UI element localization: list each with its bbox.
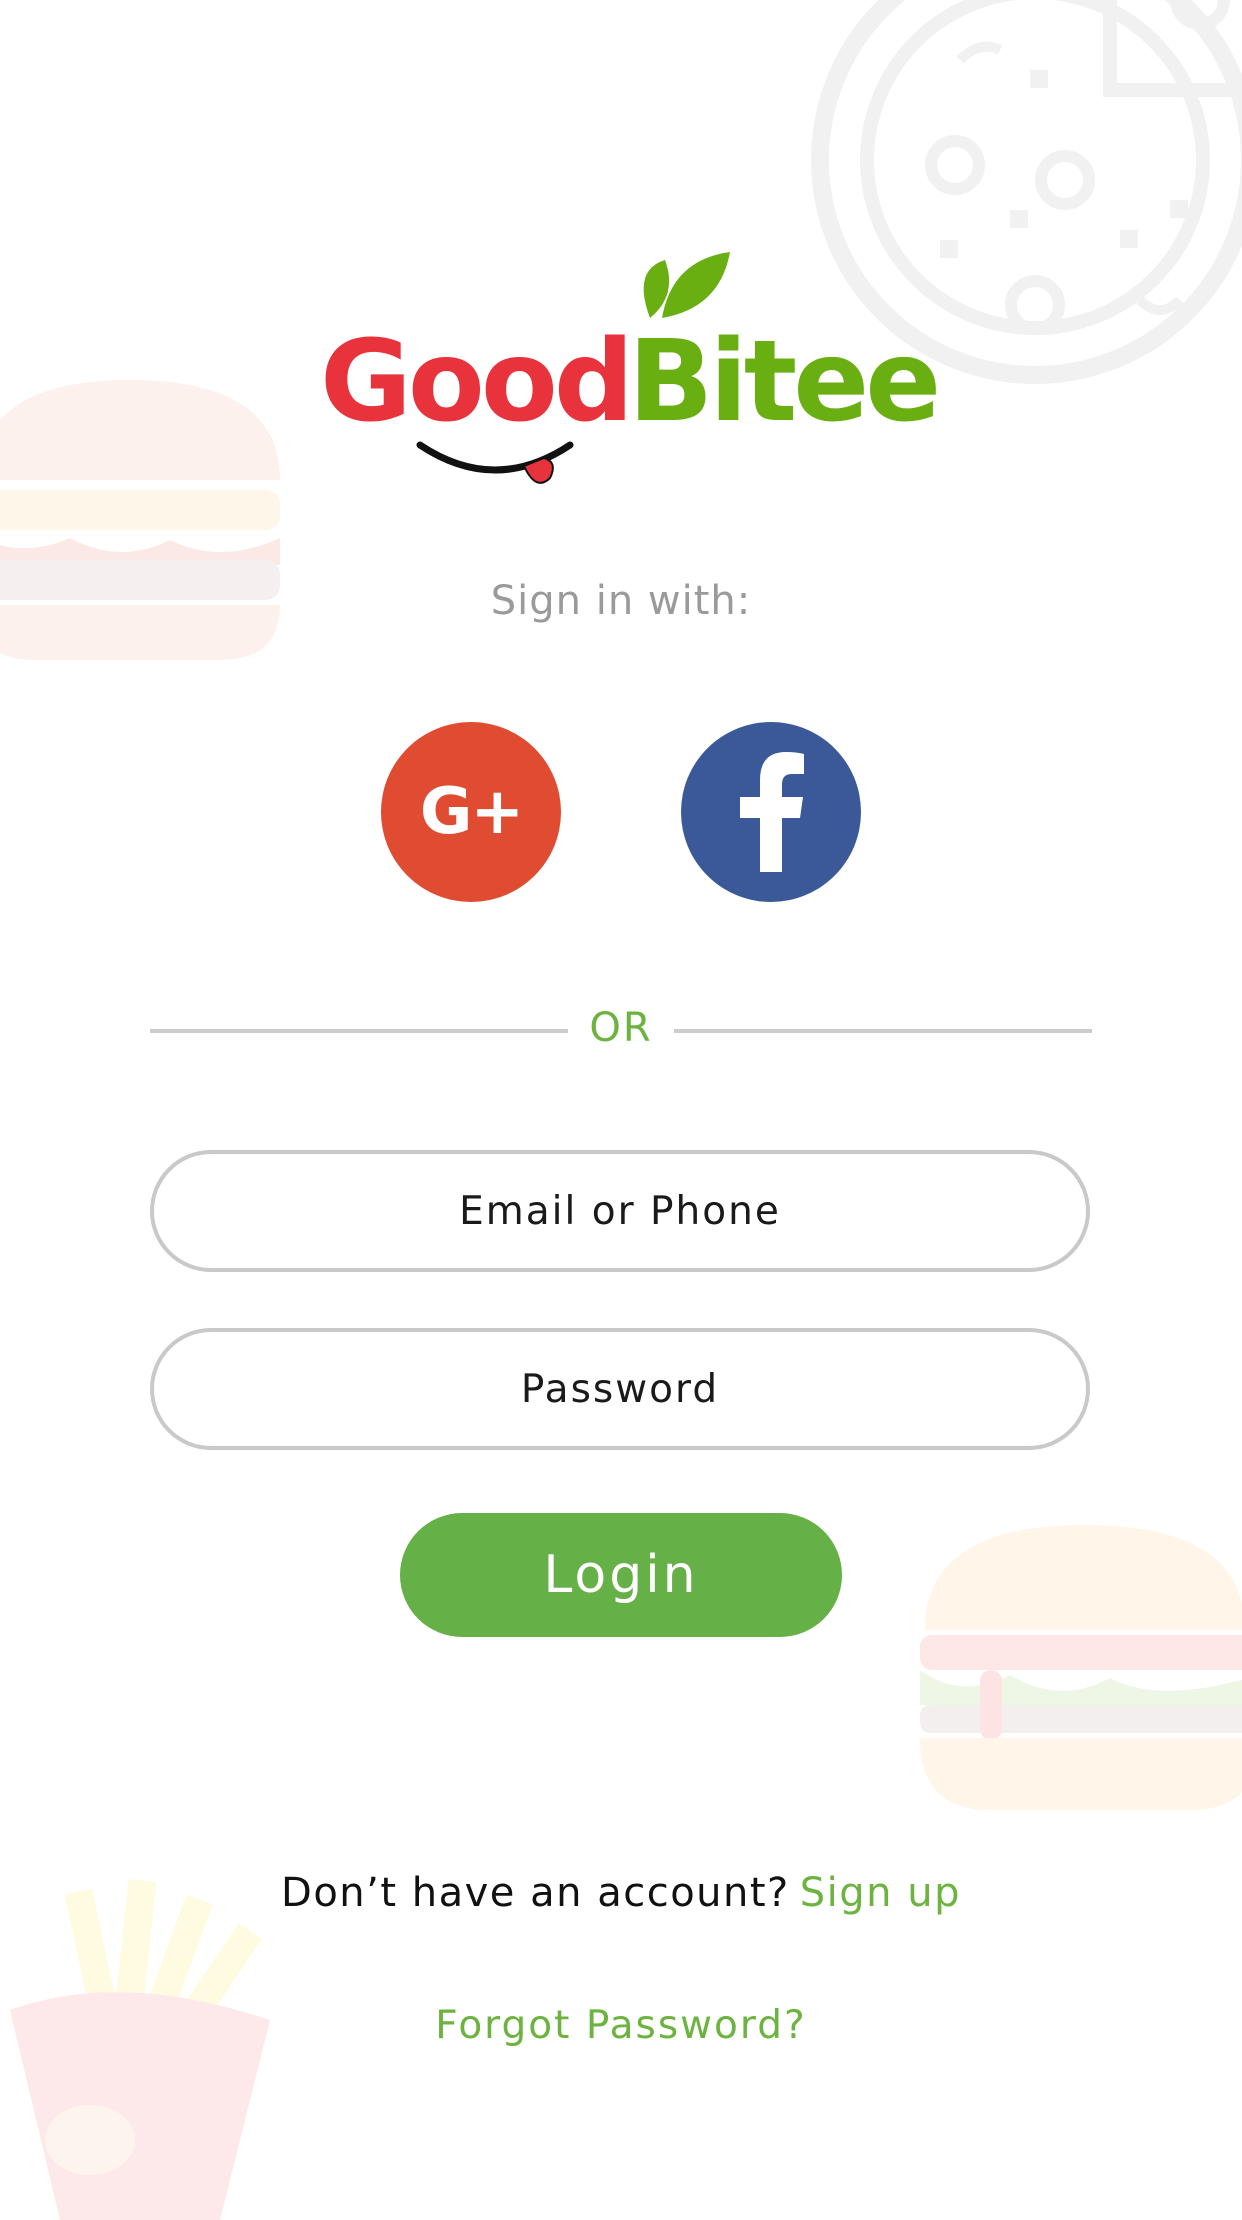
signup-row: Don’t have an account? Sign up bbox=[0, 1870, 1242, 1916]
password-field[interactable] bbox=[150, 1328, 1090, 1450]
google-plus-button[interactable]: G+ bbox=[381, 722, 561, 902]
logo-text-good: Good bbox=[320, 317, 630, 447]
logo-text-bitee: Bitee bbox=[628, 317, 937, 447]
burger-background-icon bbox=[920, 1525, 1242, 1810]
sign-in-label: Sign in with: bbox=[490, 578, 752, 624]
divider-right bbox=[674, 1029, 1092, 1033]
signup-link[interactable]: Sign up bbox=[800, 1870, 961, 1916]
signup-prompt: Don’t have an account? bbox=[281, 1870, 790, 1916]
login-button[interactable]: Login bbox=[400, 1513, 842, 1637]
facebook-icon bbox=[740, 752, 804, 872]
burger-background-icon bbox=[0, 380, 280, 660]
divider-left bbox=[150, 1029, 568, 1033]
facebook-button[interactable] bbox=[681, 722, 861, 902]
google-plus-icon: G+ bbox=[419, 775, 524, 849]
goodbitee-logo: Good Bitee bbox=[320, 252, 941, 484]
or-label: OR bbox=[589, 1005, 653, 1051]
forgot-password-link[interactable]: Forgot Password? bbox=[0, 2003, 1242, 2048]
email-or-phone-field[interactable] bbox=[150, 1150, 1090, 1272]
